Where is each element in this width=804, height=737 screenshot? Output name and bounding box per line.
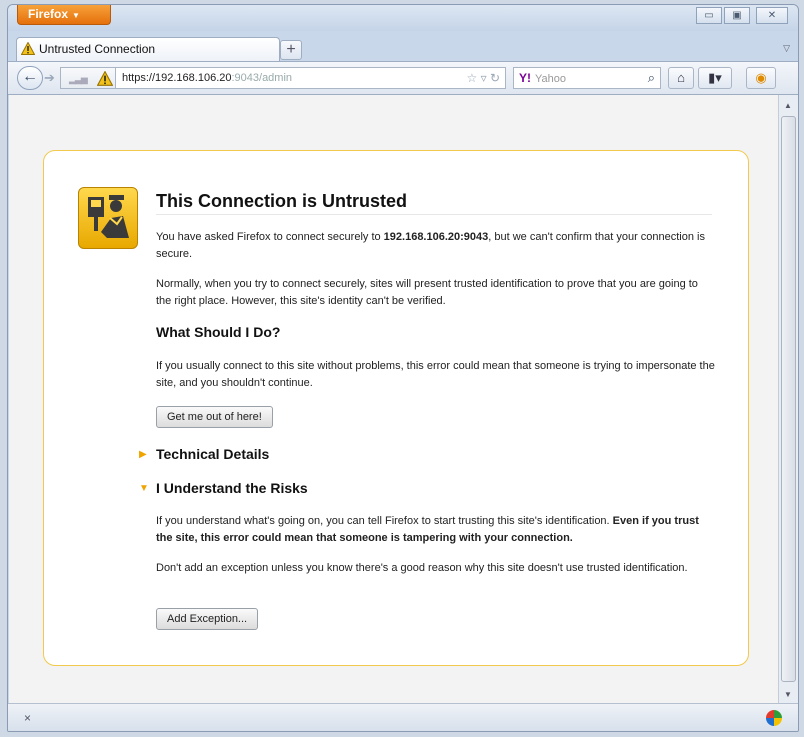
- policeman-icon: [78, 187, 138, 249]
- firefox-menu-button[interactable]: Firefox ▼: [17, 5, 111, 25]
- chevron-down-icon: ▼: [72, 11, 80, 20]
- signal-bars-icon: ▂▃▅: [69, 74, 88, 84]
- what-should-i-do-text: If you usually connect to this site with…: [156, 360, 715, 389]
- addon-status-icon[interactable]: [766, 710, 782, 726]
- intro-host: 192.168.106.20:9043: [383, 231, 489, 243]
- url-path: :9043/admin: [231, 72, 293, 84]
- chevron-down-icon[interactable]: ▿: [481, 71, 487, 85]
- warning-icon: [21, 42, 35, 55]
- collapsed-triangle-icon[interactable]: ▶: [139, 449, 147, 460]
- tab-title: Untrusted Connection: [39, 42, 156, 56]
- url-actions: ☆ ▿ ↻: [466, 68, 500, 88]
- dont-add-text: Don't add an exception unless you know t…: [156, 562, 688, 574]
- error-card: This Connection is Untrusted You have as…: [43, 150, 749, 666]
- reload-icon[interactable]: ↻: [490, 71, 500, 85]
- url-host: https://192.168.106.20: [122, 72, 232, 84]
- bookmark-star-icon[interactable]: ☆: [466, 71, 477, 85]
- addon-icon[interactable]: ◉: [746, 67, 776, 89]
- bookmarks-icon[interactable]: ▮▾: [698, 67, 732, 89]
- new-tab-button[interactable]: +: [280, 40, 302, 60]
- page-content: This Connection is Untrusted You have as…: [9, 95, 778, 703]
- risks-text: If you understand what's going on, you c…: [156, 513, 716, 547]
- magnifier-icon[interactable]: ⌕: [648, 68, 655, 88]
- normally-text: Normally, when you try to connect secure…: [156, 278, 698, 307]
- site-identity-button[interactable]: ▂▃▅: [60, 67, 116, 89]
- search-placeholder: Yahoo: [535, 73, 566, 85]
- technical-details-toggle[interactable]: Technical Details: [156, 446, 269, 462]
- tab-untrusted-connection[interactable]: Untrusted Connection: [16, 37, 280, 61]
- scroll-down-icon[interactable]: ▼: [784, 690, 792, 699]
- close-window-button[interactable]: ✕: [756, 7, 788, 24]
- maximize-button[interactable]: ▣: [724, 7, 750, 24]
- scrollbar-thumb[interactable]: [781, 116, 796, 682]
- yahoo-logo-icon[interactable]: Y!: [519, 71, 531, 85]
- close-addon-bar-icon[interactable]: ×: [24, 711, 31, 725]
- what-should-i-do-heading: What Should I Do?: [156, 324, 281, 340]
- title-bar: Firefox ▼ ▭ ▣ ✕: [8, 5, 798, 31]
- risks-text-prefix: If you understand what's going on, you c…: [156, 515, 613, 527]
- expanded-triangle-icon[interactable]: ▼: [139, 483, 149, 494]
- title-divider: [156, 214, 712, 215]
- page-title: This Connection is Untrusted: [156, 191, 408, 211]
- intro-prefix: You have asked Firefox to connect secure…: [156, 231, 384, 243]
- addon-bar: ×: [8, 703, 798, 731]
- navigation-toolbar: ← ➔ ▂▃▅ https://192.168.106.20:9043/admi…: [8, 61, 798, 95]
- understand-risks-toggle[interactable]: I Understand the Risks: [156, 480, 308, 496]
- warning-icon: [97, 71, 113, 86]
- list-all-tabs-icon[interactable]: ▽: [783, 43, 790, 54]
- add-exception-button[interactable]: Add Exception...: [156, 608, 259, 630]
- minimize-button[interactable]: ▭: [696, 7, 722, 24]
- intro-text: You have asked Firefox to connect secure…: [156, 229, 716, 263]
- back-arrow-icon[interactable]: ←: [17, 66, 43, 90]
- vertical-scrollbar[interactable]: ▲ ▼: [778, 95, 798, 703]
- get-me-out-button[interactable]: Get me out of here!: [156, 406, 273, 428]
- browser-window: Firefox ▼ ▭ ▣ ✕ Untrusted Connection + ▽ …: [7, 4, 799, 732]
- search-input[interactable]: Y! Yahoo ⌕: [513, 67, 661, 89]
- home-icon[interactable]: ⌂: [668, 67, 694, 89]
- url-input[interactable]: https://192.168.106.20:9043/admin ☆ ▿ ↻: [116, 67, 506, 89]
- firefox-menu-label: Firefox: [28, 7, 69, 21]
- forward-arrow-icon[interactable]: ➔: [44, 70, 55, 86]
- tab-strip: Untrusted Connection + ▽: [8, 31, 798, 61]
- scroll-up-icon[interactable]: ▲: [784, 101, 792, 110]
